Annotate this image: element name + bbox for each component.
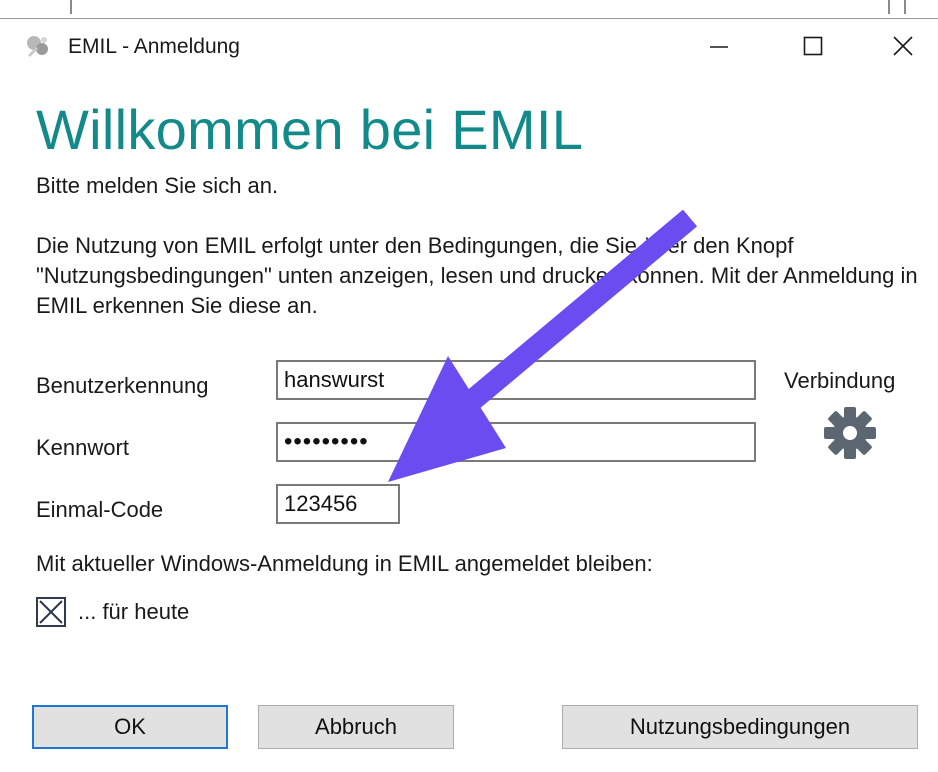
background-window-edge — [0, 0, 938, 18]
app-icon — [27, 36, 48, 57]
title-bar[interactable]: EMIL - Anmeldung — [0, 19, 938, 73]
otp-label: Einmal-Code — [36, 497, 164, 522]
maximize-button[interactable] — [790, 25, 836, 67]
connection-label: Verbindung — [784, 368, 896, 393]
background-divider — [888, 0, 890, 14]
background-divider — [70, 0, 72, 14]
page-title: Willkommen bei EMIL — [36, 98, 584, 161]
close-icon — [893, 36, 913, 56]
background-divider — [904, 0, 906, 14]
checkbox-cross-icon — [39, 600, 63, 624]
cancel-button[interactable]: Abbruch — [258, 705, 454, 749]
ok-button[interactable]: OK — [32, 705, 228, 749]
minimize-icon — [710, 46, 728, 48]
gear-icon[interactable] — [822, 405, 878, 461]
close-button[interactable] — [880, 25, 926, 67]
terms-notice: Die Nutzung von EMIL erfolgt unter den B… — [36, 233, 918, 318]
username-label: Benutzerkennung — [36, 373, 209, 398]
otp-input[interactable] — [276, 484, 400, 524]
password-label: Kennwort — [36, 435, 129, 460]
subtitle: Bitte melden Sie sich an. — [36, 173, 279, 198]
remember-login-text: Mit aktueller Windows-Anmeldung in EMIL … — [36, 551, 653, 576]
maximize-icon — [803, 36, 823, 56]
login-dialog: EMIL - Anmeldung Willkommen bei EMIL Bit… — [0, 18, 938, 772]
terms-button[interactable]: Nutzungsbedingungen — [562, 705, 918, 749]
password-input[interactable] — [276, 422, 756, 462]
remember-today-checkbox[interactable] — [36, 597, 66, 627]
remember-today-label[interactable]: ... für heute — [78, 599, 189, 625]
window-title: EMIL - Anmeldung — [68, 35, 240, 58]
username-input[interactable] — [276, 360, 756, 400]
minimize-button[interactable] — [696, 25, 742, 67]
